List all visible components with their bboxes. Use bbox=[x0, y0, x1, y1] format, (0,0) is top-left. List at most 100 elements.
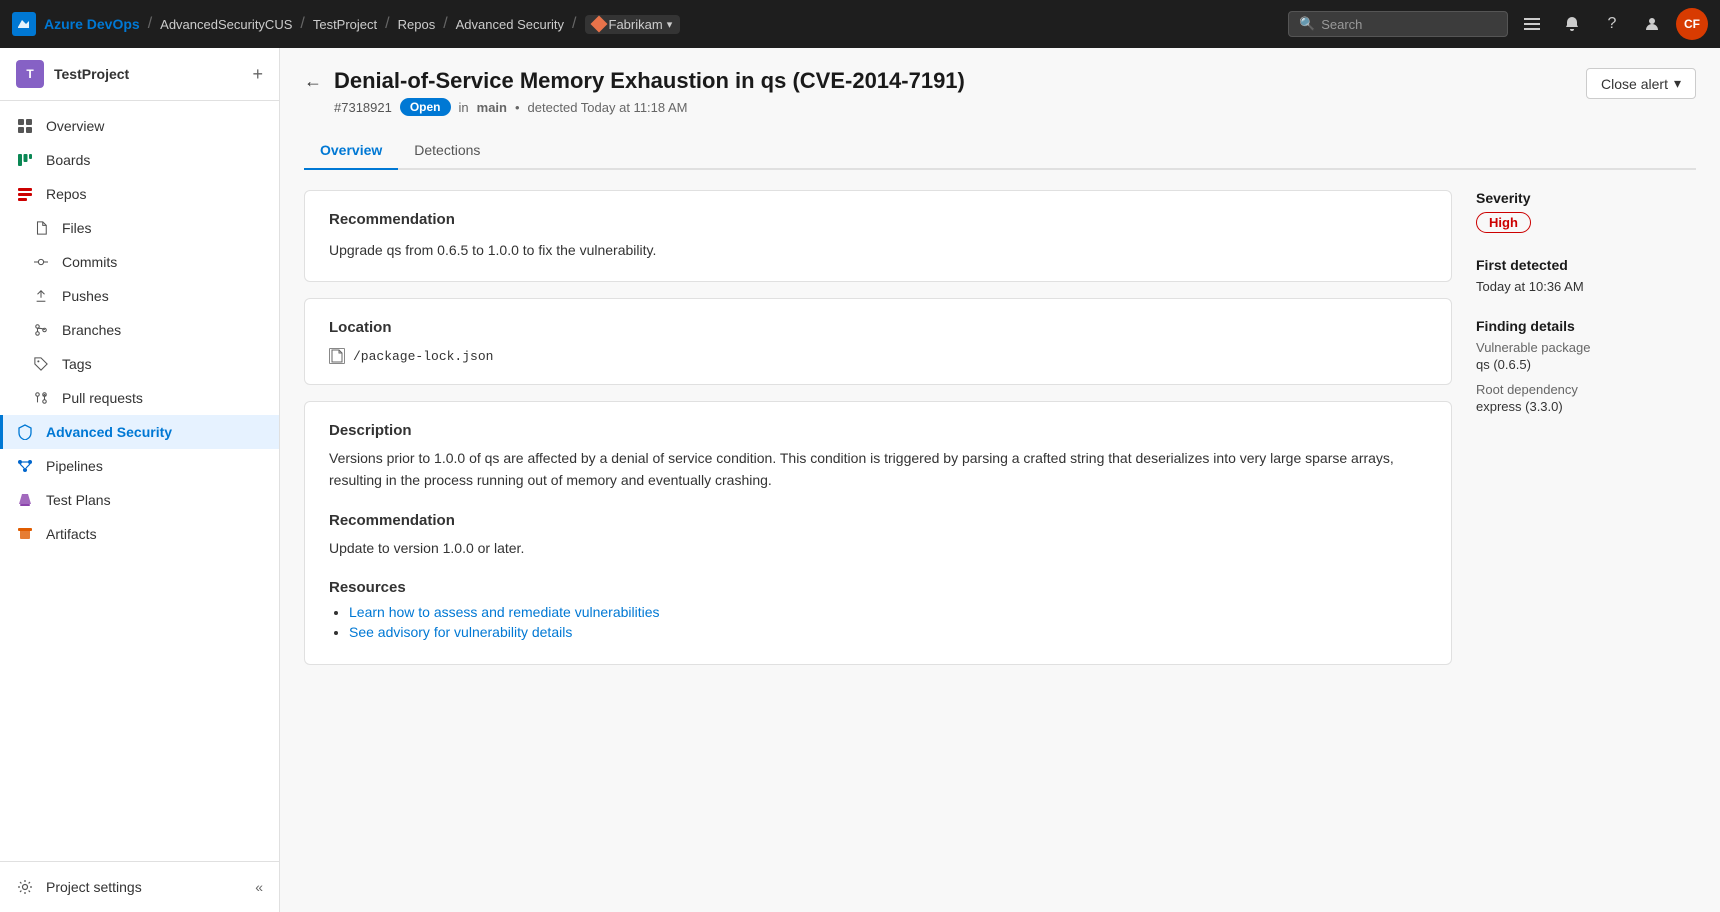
brand-label[interactable]: Azure DevOps bbox=[44, 16, 140, 32]
sidebar-item-label-pullrequests: Pull requests bbox=[62, 390, 143, 406]
alert-header: ← Denial-of-Service Memory Exhaustion in… bbox=[304, 68, 1696, 116]
close-alert-label: Close alert bbox=[1601, 76, 1668, 92]
branches-icon bbox=[32, 321, 50, 339]
project-icon: T bbox=[16, 60, 44, 88]
separator-dot: • bbox=[515, 100, 520, 115]
sidebar-item-label-pushes: Pushes bbox=[62, 288, 109, 304]
finding-details-section: Finding details Vulnerable package qs (0… bbox=[1476, 318, 1696, 414]
repos-icon bbox=[16, 185, 34, 203]
severity-badge: High bbox=[1476, 212, 1531, 233]
app-body: T TestProject + Overview bbox=[0, 48, 1720, 912]
commits-icon bbox=[32, 253, 50, 271]
main-col: Recommendation Upgrade qs from 0.6.5 to … bbox=[304, 190, 1452, 665]
collapse-icon[interactable]: « bbox=[255, 879, 263, 895]
notifications-icon[interactable] bbox=[1556, 8, 1588, 40]
sidebar-item-label-projectsettings: Project settings bbox=[46, 879, 142, 895]
two-col-layout: Recommendation Upgrade qs from 0.6.5 to … bbox=[304, 190, 1696, 665]
sidebar-item-tags[interactable]: Tags bbox=[0, 347, 279, 381]
alert-title: Denial-of-Service Memory Exhaustion in q… bbox=[334, 68, 965, 94]
first-detected-value: Today at 10:36 AM bbox=[1476, 279, 1696, 294]
recommendation-card-text: Upgrade qs from 0.6.5 to 1.0.0 to fix th… bbox=[329, 240, 1427, 261]
sidebar-item-pushes[interactable]: Pushes bbox=[0, 279, 279, 313]
sidebar-item-label-artifacts: Artifacts bbox=[46, 526, 97, 542]
sidebar-item-artifacts[interactable]: Artifacts bbox=[0, 517, 279, 551]
location-card: Location /package-lock.json bbox=[304, 298, 1452, 385]
project-initial: T bbox=[26, 67, 33, 81]
resource-link-0[interactable]: Learn how to assess and remediate vulner… bbox=[349, 604, 660, 620]
tab-overview[interactable]: Overview bbox=[304, 132, 398, 170]
sidebar-item-projectsettings[interactable]: Project settings « bbox=[0, 870, 279, 904]
location-file: /package-lock.json bbox=[329, 348, 1427, 364]
description-title: Description bbox=[329, 422, 1427, 439]
file-icon bbox=[329, 348, 345, 364]
first-detected-label: First detected bbox=[1476, 257, 1696, 273]
pushes-icon bbox=[32, 287, 50, 305]
breadcrumb-sep-3: / bbox=[385, 15, 389, 33]
repo-selector[interactable]: Fabrikam ▾ bbox=[585, 15, 681, 34]
breadcrumb-sep-1: / bbox=[148, 15, 152, 33]
description-card: Description Versions prior to 1.0.0 of q… bbox=[304, 401, 1452, 665]
search-box[interactable]: 🔍 Search bbox=[1288, 11, 1508, 37]
sidebar-item-pipelines[interactable]: Pipelines bbox=[0, 449, 279, 483]
content-area: ← Denial-of-Service Memory Exhaustion in… bbox=[280, 48, 1720, 685]
severity-label: Severity bbox=[1476, 190, 1696, 206]
search-placeholder: Search bbox=[1321, 17, 1362, 32]
close-alert-button[interactable]: Close alert ▾ bbox=[1586, 68, 1696, 99]
sidebar-item-pullrequests[interactable]: Pull requests bbox=[0, 381, 279, 415]
files-icon bbox=[32, 219, 50, 237]
vulnerable-package-value: qs (0.6.5) bbox=[1476, 357, 1696, 372]
user-settings-icon[interactable] bbox=[1636, 8, 1668, 40]
alert-tabs: Overview Detections bbox=[304, 132, 1696, 170]
breadcrumb-sep-2: / bbox=[300, 15, 304, 33]
overview-icon bbox=[16, 117, 34, 135]
recommendation-card: Recommendation Upgrade qs from 0.6.5 to … bbox=[304, 190, 1452, 282]
description-recommendation-text: Update to version 1.0.0 or later. bbox=[329, 537, 1427, 559]
back-button[interactable]: ← bbox=[304, 71, 322, 92]
sidebar-item-commits[interactable]: Commits bbox=[0, 245, 279, 279]
repo-name: Fabrikam bbox=[609, 17, 663, 32]
sidebar-item-label-commits: Commits bbox=[62, 254, 117, 270]
tab-detections[interactable]: Detections bbox=[398, 132, 496, 170]
sidebar-nav: Overview Boards bbox=[0, 101, 279, 559]
sidebar-item-files[interactable]: Files bbox=[0, 211, 279, 245]
status-badge: Open bbox=[400, 98, 451, 116]
breadcrumb-sep-5: / bbox=[572, 15, 576, 33]
sidebar-item-overview[interactable]: Overview bbox=[0, 109, 279, 143]
vulnerable-package-label: Vulnerable package bbox=[1476, 340, 1696, 355]
top-nav: Azure DevOps / AdvancedSecurityCUS / Tes… bbox=[0, 0, 1720, 48]
sidebar-item-boards[interactable]: Boards bbox=[0, 143, 279, 177]
sidebar-item-repos[interactable]: Repos bbox=[0, 177, 279, 211]
pipelines-icon bbox=[16, 457, 34, 475]
breadcrumb-project[interactable]: TestProject bbox=[313, 17, 377, 32]
sidebar-item-label-files: Files bbox=[62, 220, 92, 236]
projectsettings-icon bbox=[16, 878, 34, 896]
sidebar-item-branches[interactable]: Branches bbox=[0, 313, 279, 347]
branch-name: main bbox=[477, 100, 507, 115]
azure-devops-logo bbox=[12, 12, 36, 36]
side-col: Severity High First detected Today at 10… bbox=[1476, 190, 1696, 438]
breadcrumb-repos[interactable]: Repos bbox=[398, 17, 436, 32]
branch-text: in bbox=[459, 100, 469, 115]
sidebar-item-label-testplans: Test Plans bbox=[46, 492, 111, 508]
description-recommendation-title: Recommendation bbox=[329, 512, 1427, 529]
sidebar-bottom: Project settings « bbox=[0, 861, 279, 912]
breadcrumb-security[interactable]: Advanced Security bbox=[456, 17, 564, 32]
help-icon[interactable]: ? bbox=[1596, 8, 1628, 40]
breadcrumb-sep-4: / bbox=[443, 15, 447, 33]
boards-icon bbox=[16, 151, 34, 169]
user-avatar[interactable]: CF bbox=[1676, 8, 1708, 40]
project-header: T TestProject + bbox=[0, 48, 279, 101]
sidebar-item-label-branches: Branches bbox=[62, 322, 121, 338]
breadcrumb-org[interactable]: AdvancedSecurityCUS bbox=[160, 17, 292, 32]
location-card-title: Location bbox=[329, 319, 1427, 336]
resources-list: Learn how to assess and remediate vulner… bbox=[329, 604, 1427, 640]
add-project-button[interactable]: + bbox=[252, 64, 263, 85]
recommendation-card-title: Recommendation bbox=[329, 211, 1427, 228]
sidebar-item-label-pipelines: Pipelines bbox=[46, 458, 103, 474]
resource-link-1[interactable]: See advisory for vulnerability details bbox=[349, 624, 572, 640]
resource-item-1: See advisory for vulnerability details bbox=[349, 624, 1427, 640]
settings-list-icon[interactable] bbox=[1516, 8, 1548, 40]
project-name: TestProject bbox=[54, 66, 129, 82]
sidebar-item-testplans[interactable]: Test Plans bbox=[0, 483, 279, 517]
sidebar-item-advancedsecurity[interactable]: Advanced Security bbox=[0, 415, 279, 449]
